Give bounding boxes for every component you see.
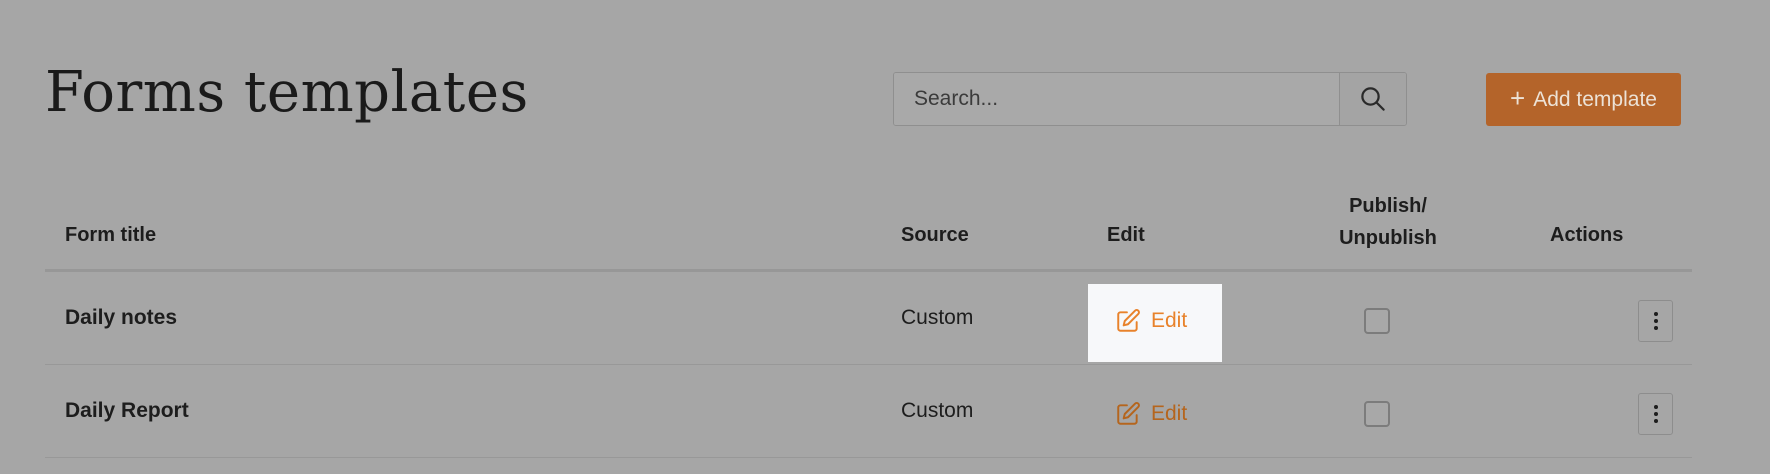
page-title: Forms templates <box>45 60 529 125</box>
form-title: Daily notes <box>65 306 178 329</box>
table-row: Daily Report Custom Edit <box>45 365 1692 458</box>
row-actions-button[interactable] <box>1638 393 1673 435</box>
search-icon <box>1361 87 1385 111</box>
column-header-title: Form title <box>65 224 157 246</box>
search-bar <box>893 72 1407 126</box>
search-button[interactable] <box>1340 73 1406 125</box>
edit-icon <box>1117 402 1140 425</box>
publish-checkbox[interactable] <box>1364 401 1390 427</box>
edit-label: Edit <box>1151 309 1188 332</box>
edit-link[interactable]: Edit <box>1115 401 1187 427</box>
column-header-source: Source <box>901 224 969 246</box>
add-template-button[interactable]: + Add template <box>1486 73 1681 126</box>
form-source: Custom <box>901 399 974 422</box>
kebab-icon <box>1653 405 1658 409</box>
edit-link[interactable]: Edit <box>1115 308 1187 334</box>
column-header-actions: Actions <box>1550 224 1624 246</box>
table-row: Daily notes Custom Edit <box>45 272 1692 365</box>
kebab-icon <box>1653 312 1658 316</box>
column-header-publish-line1: Publish/ <box>1349 195 1427 217</box>
column-header-publish: Publish/ Unpublish <box>1323 190 1453 254</box>
column-header-edit: Edit <box>1107 224 1145 246</box>
add-template-label: Add template <box>1533 87 1657 111</box>
form-title: Daily Report <box>65 399 189 422</box>
column-header-publish-line2: Unpublish <box>1339 227 1437 249</box>
edit-icon <box>1117 309 1140 332</box>
templates-table: Form title Source Edit Publish/ Unpublis… <box>45 180 1692 458</box>
plus-icon: + <box>1510 83 1526 113</box>
form-source: Custom <box>901 306 974 329</box>
publish-checkbox[interactable] <box>1364 308 1390 334</box>
table-header: Form title Source Edit Publish/ Unpublis… <box>45 180 1692 272</box>
row-actions-button[interactable] <box>1638 300 1673 342</box>
search-input[interactable] <box>894 73 1340 125</box>
edit-label: Edit <box>1151 402 1188 425</box>
